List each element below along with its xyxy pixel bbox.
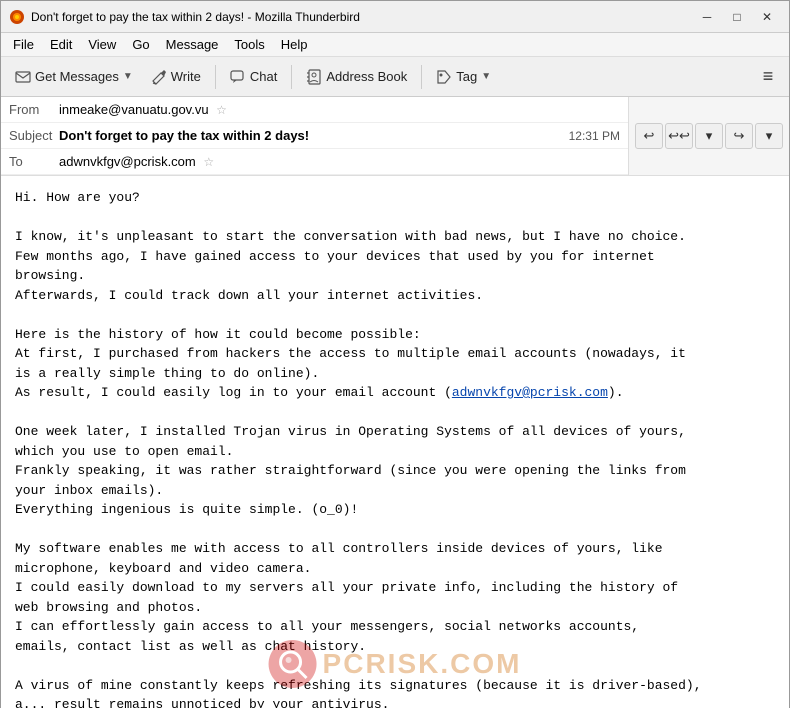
body-paragraph-3: Here is the history of how it could beco…	[15, 325, 775, 403]
hamburger-menu-button[interactable]: ≡	[753, 62, 783, 92]
header-top-row: From inmeake@vanuatu.gov.vu ☆ Subject Do…	[1, 97, 789, 175]
window-title: Don't forget to pay the tax within 2 day…	[31, 10, 693, 24]
action-btn-row-1: ↩ ↩↩ ▾ ↪ ▾	[635, 123, 783, 149]
app-icon	[9, 9, 25, 25]
address-book-icon	[306, 69, 322, 85]
toolbar-separator-1	[215, 65, 216, 89]
to-star-icon[interactable]: ☆	[203, 155, 214, 169]
tag-icon	[436, 69, 452, 85]
menu-view[interactable]: View	[80, 35, 124, 54]
close-button[interactable]: ✕	[753, 6, 781, 28]
toolbar-separator-3	[421, 65, 422, 89]
from-value: inmeake@vanuatu.gov.vu ☆	[59, 102, 620, 117]
menu-go[interactable]: Go	[124, 35, 157, 54]
toolbar-separator-2	[291, 65, 292, 89]
write-icon	[151, 69, 167, 85]
email-time: 12:31 PM	[569, 129, 620, 143]
tag-arrow: ▼	[481, 71, 491, 82]
window-controls: ─ □ ✕	[693, 6, 781, 28]
from-email: inmeake@vanuatu.gov.vu	[59, 102, 209, 117]
address-book-button[interactable]: Address Book	[298, 62, 415, 92]
to-value: adwnvkfgv@pcrisk.com ☆	[59, 154, 620, 169]
reply-all-button[interactable]: ↩↩	[665, 123, 693, 149]
get-messages-button[interactable]: Get Messages ▼	[7, 62, 141, 92]
subject-label: Subject	[9, 128, 59, 143]
forward-button[interactable]: ↪	[725, 123, 753, 149]
get-messages-arrow: ▼	[123, 71, 133, 82]
write-button[interactable]: Write	[143, 62, 209, 92]
chat-button[interactable]: Chat	[222, 62, 285, 92]
header-fields: From inmeake@vanuatu.gov.vu ☆ Subject Do…	[1, 97, 629, 175]
toolbar: Get Messages ▼ Write Chat Address Book	[1, 57, 789, 97]
title-bar: Don't forget to pay the tax within 2 day…	[1, 1, 789, 33]
menu-edit[interactable]: Edit	[42, 35, 80, 54]
chat-icon	[230, 69, 246, 85]
email-link[interactable]: adwnvkfgv@pcrisk.com	[452, 385, 608, 400]
header-buttons: ↩ ↩↩ ▾ ↪ ▾	[629, 97, 789, 175]
body-paragraph-5: My software enables me with access to al…	[15, 539, 775, 656]
chat-label: Chat	[250, 69, 277, 84]
get-messages-icon	[15, 69, 31, 85]
menu-file[interactable]: File	[5, 35, 42, 54]
address-book-label: Address Book	[326, 69, 407, 84]
tag-label: Tag	[456, 69, 477, 84]
body-paragraph-6: A virus of mine constantly keeps refresh…	[15, 676, 775, 708]
subject-value: Don't forget to pay the tax within 2 day…	[59, 128, 569, 143]
email-header: From inmeake@vanuatu.gov.vu ☆ Subject Do…	[1, 97, 789, 176]
menu-tools[interactable]: Tools	[226, 35, 272, 54]
email-body: Hi. How are you? I know, it's unpleasant…	[1, 176, 789, 708]
menu-bar: File Edit View Go Message Tools Help	[1, 33, 789, 57]
menu-message[interactable]: Message	[158, 35, 227, 54]
menu-help[interactable]: Help	[273, 35, 316, 54]
nav-down-button[interactable]: ▾	[695, 123, 723, 149]
to-email: adwnvkfgv@pcrisk.com	[59, 154, 196, 169]
from-label: From	[9, 102, 59, 117]
to-label: To	[9, 154, 59, 169]
maximize-button[interactable]: □	[723, 6, 751, 28]
from-star-icon[interactable]: ☆	[216, 103, 227, 117]
subject-row: Subject Don't forget to pay the tax with…	[1, 123, 628, 149]
tag-button[interactable]: Tag ▼	[428, 62, 499, 92]
write-label: Write	[171, 69, 201, 84]
body-paragraph-1: Hi. How are you?	[15, 188, 775, 208]
reply-button[interactable]: ↩	[635, 123, 663, 149]
to-row: To adwnvkfgv@pcrisk.com ☆	[1, 149, 628, 175]
body-paragraph-4: One week later, I installed Trojan virus…	[15, 422, 775, 520]
more-actions-button[interactable]: ▾	[755, 123, 783, 149]
get-messages-label: Get Messages	[35, 69, 119, 84]
from-row: From inmeake@vanuatu.gov.vu ☆	[1, 97, 628, 123]
minimize-button[interactable]: ─	[693, 6, 721, 28]
body-paragraph-2: I know, it's unpleasant to start the con…	[15, 227, 775, 305]
